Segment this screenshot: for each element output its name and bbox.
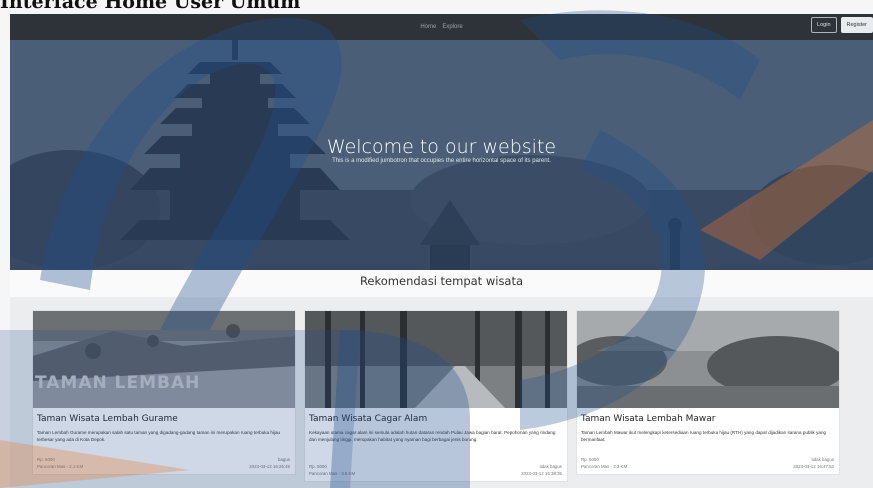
nav-links: Home Explore (420, 24, 462, 30)
login-button[interactable]: Login (811, 17, 837, 33)
card-description: Taman Lembah Mawar ikut melengkapi keter… (581, 430, 827, 442)
card-image (577, 311, 839, 408)
card-price: Rp. 5000 (581, 457, 599, 462)
card-image-caption: TAMAN LEMBAH (35, 373, 201, 393)
card-title[interactable]: Taman Wisata Lembah Mawar (581, 414, 716, 424)
navbar: Home Explore Login Register (10, 14, 873, 40)
card-price: Rp. 5000 (309, 464, 327, 469)
card-date: 2023-03-12 16:38:35 (521, 471, 562, 476)
card-location: Pancoran Mas - 3.3 KM (581, 464, 628, 469)
section-title: Rekomendasi tempat wisata (359, 274, 524, 288)
document-heading: Interface Home User Umum (0, 0, 301, 13)
nav-link-home[interactable]: Home (420, 24, 436, 30)
card-status: tidak bagus (539, 464, 562, 469)
card-lembah-mawar[interactable]: Taman Wisata Lembah Mawar Taman Lembah M… (576, 310, 840, 475)
card-location: Pancoran Mas - 3.5 KM (309, 471, 356, 476)
card-location: Pancoran Mas - 2.1 KM (37, 464, 84, 469)
card-description: Kekayaan utama cagar alam ini semula ada… (309, 430, 556, 442)
card-status: bagus (278, 457, 290, 462)
card-image: TAMAN LEMBAH (33, 311, 295, 408)
card-date: 2023-03-12 16:47:53 (793, 464, 834, 469)
nav-link-explore[interactable]: Explore (442, 24, 462, 30)
card-price: Rp. 5000 (37, 457, 55, 462)
auth-buttons: Login Register (811, 17, 873, 33)
card-description: Taman Lembah Gurame merupakan salah satu… (37, 430, 281, 442)
jumbotron-title: Welcome to our website (326, 136, 557, 158)
website-frame: Home Explore Login Register Welcome to o… (10, 14, 873, 488)
card-date: 2023-03-12 16:26:49 (249, 464, 290, 469)
recommendation-cards: TAMAN LEMBAH Taman Wisata Lembah Gurame … (10, 297, 873, 488)
jumbotron-subtitle: This is a modified jumbotron that occupi… (332, 158, 551, 164)
page: Interface Home User Umum Home Explore Lo… (0, 0, 873, 488)
card-title[interactable]: Taman Wisata Cagar Alam (309, 414, 427, 424)
jumbotron: Welcome to our website This is a modifie… (10, 40, 873, 270)
card-cagar-alam[interactable]: Taman Wisata Cagar Alam Kekayaan utama c… (304, 310, 568, 482)
card-image (305, 311, 567, 408)
card-lembah-gurame[interactable]: TAMAN LEMBAH Taman Wisata Lembah Gurame … (32, 310, 296, 475)
card-status: tidak bagus (811, 457, 834, 462)
register-button[interactable]: Register (840, 17, 873, 33)
card-title[interactable]: Taman Wisata Lembah Gurame (37, 414, 178, 424)
